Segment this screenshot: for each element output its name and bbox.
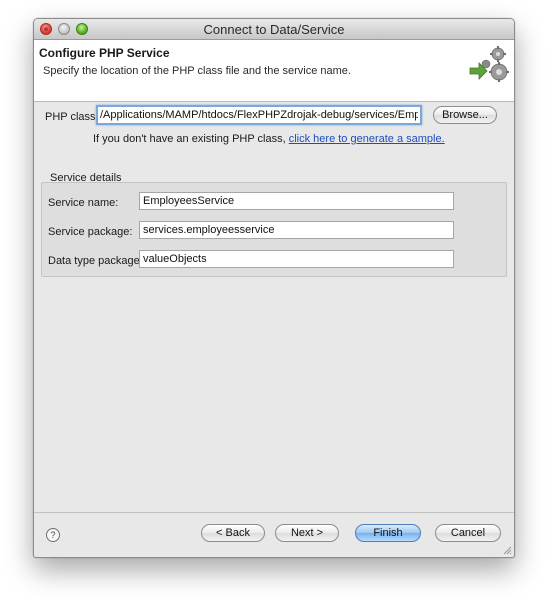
generate-sample-link[interactable]: click here to generate a sample. xyxy=(289,133,445,145)
service-package-input[interactable] xyxy=(139,221,454,239)
browse-button[interactable]: Browse... xyxy=(433,106,497,124)
page-subtitle: Specify the location of the PHP class fi… xyxy=(43,65,351,77)
service-name-input[interactable] xyxy=(139,192,454,210)
data-type-package-label: Data type package: xyxy=(48,255,143,267)
php-class-input[interactable] xyxy=(96,105,422,125)
service-details-title: Service details xyxy=(50,172,122,184)
service-package-label: Service package: xyxy=(48,226,133,238)
hint-text: If you don't have an existing PHP class, xyxy=(93,133,289,145)
gears-arrow-icon xyxy=(469,46,509,82)
next-button[interactable]: Next > xyxy=(275,524,339,542)
dialog-window: Connect to Data/Service Configure PHP Se… xyxy=(33,18,515,558)
resize-grip-icon[interactable] xyxy=(502,545,512,555)
wizard-header: Configure PHP Service Specify the locati… xyxy=(34,40,514,102)
php-class-label: PHP class: xyxy=(45,111,99,123)
back-button[interactable]: < Back xyxy=(201,524,265,542)
data-type-package-input[interactable] xyxy=(139,250,454,268)
cancel-button[interactable]: Cancel xyxy=(435,524,501,542)
page-title: Configure PHP Service xyxy=(39,46,170,60)
service-name-label: Service name: xyxy=(48,197,119,209)
generate-sample-hint: If you don't have an existing PHP class,… xyxy=(93,133,445,145)
title-bar[interactable]: Connect to Data/Service xyxy=(34,19,514,40)
footer-separator xyxy=(34,512,514,513)
window-title: Connect to Data/Service xyxy=(203,22,345,37)
finish-button[interactable]: Finish xyxy=(355,524,421,542)
help-icon[interactable]: ? xyxy=(46,528,60,542)
